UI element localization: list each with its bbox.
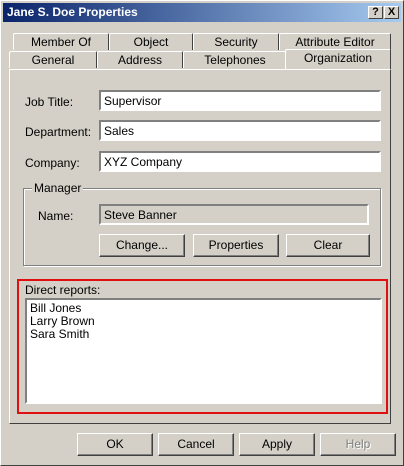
ok-button[interactable]: OK [77, 433, 153, 456]
tab-member-of[interactable]: Member Of [13, 33, 109, 50]
help-button: Help [320, 433, 396, 456]
list-item[interactable]: Sara Smith [30, 328, 377, 341]
change-button[interactable]: Change... [99, 234, 185, 257]
help-title-button[interactable]: ? [368, 6, 383, 19]
department-label: Department: [25, 125, 92, 139]
tab-telephones[interactable]: Telephones [183, 51, 287, 68]
properties-button[interactable]: Properties [193, 234, 279, 257]
clear-button[interactable]: Clear [286, 234, 370, 257]
apply-button[interactable]: Apply [239, 433, 315, 456]
manager-name-field: Steve Banner [99, 204, 369, 225]
company-label: Company: [25, 156, 80, 170]
tab-attribute-editor[interactable]: Attribute Editor [279, 33, 391, 50]
tab-address[interactable]: Address [97, 51, 183, 68]
tab-object[interactable]: Object [109, 33, 193, 50]
properties-dialog: Jane S. Doe Properties ? X Member Of Obj… [0, 0, 404, 466]
job-title-field[interactable]: Supervisor [99, 90, 381, 111]
window-title: Jane S. Doe Properties [7, 5, 138, 19]
manager-name-label: Name: [38, 209, 74, 223]
direct-reports-list[interactable]: Bill Jones Larry Brown Sara Smith [25, 298, 382, 404]
tab-organization[interactable]: Organization [285, 49, 391, 69]
tab-security[interactable]: Security [193, 33, 279, 50]
close-button[interactable]: X [384, 6, 399, 19]
direct-reports-label: Direct reports: [25, 283, 101, 297]
title-bar[interactable]: Jane S. Doe Properties ? X [3, 3, 401, 22]
company-field[interactable]: XYZ Company [99, 151, 381, 172]
cancel-button[interactable]: Cancel [158, 433, 234, 456]
department-field[interactable]: Sales [99, 120, 381, 141]
tab-general[interactable]: General [9, 51, 97, 68]
job-title-label: Job Title: [25, 95, 74, 109]
manager-legend: Manager [32, 181, 84, 195]
